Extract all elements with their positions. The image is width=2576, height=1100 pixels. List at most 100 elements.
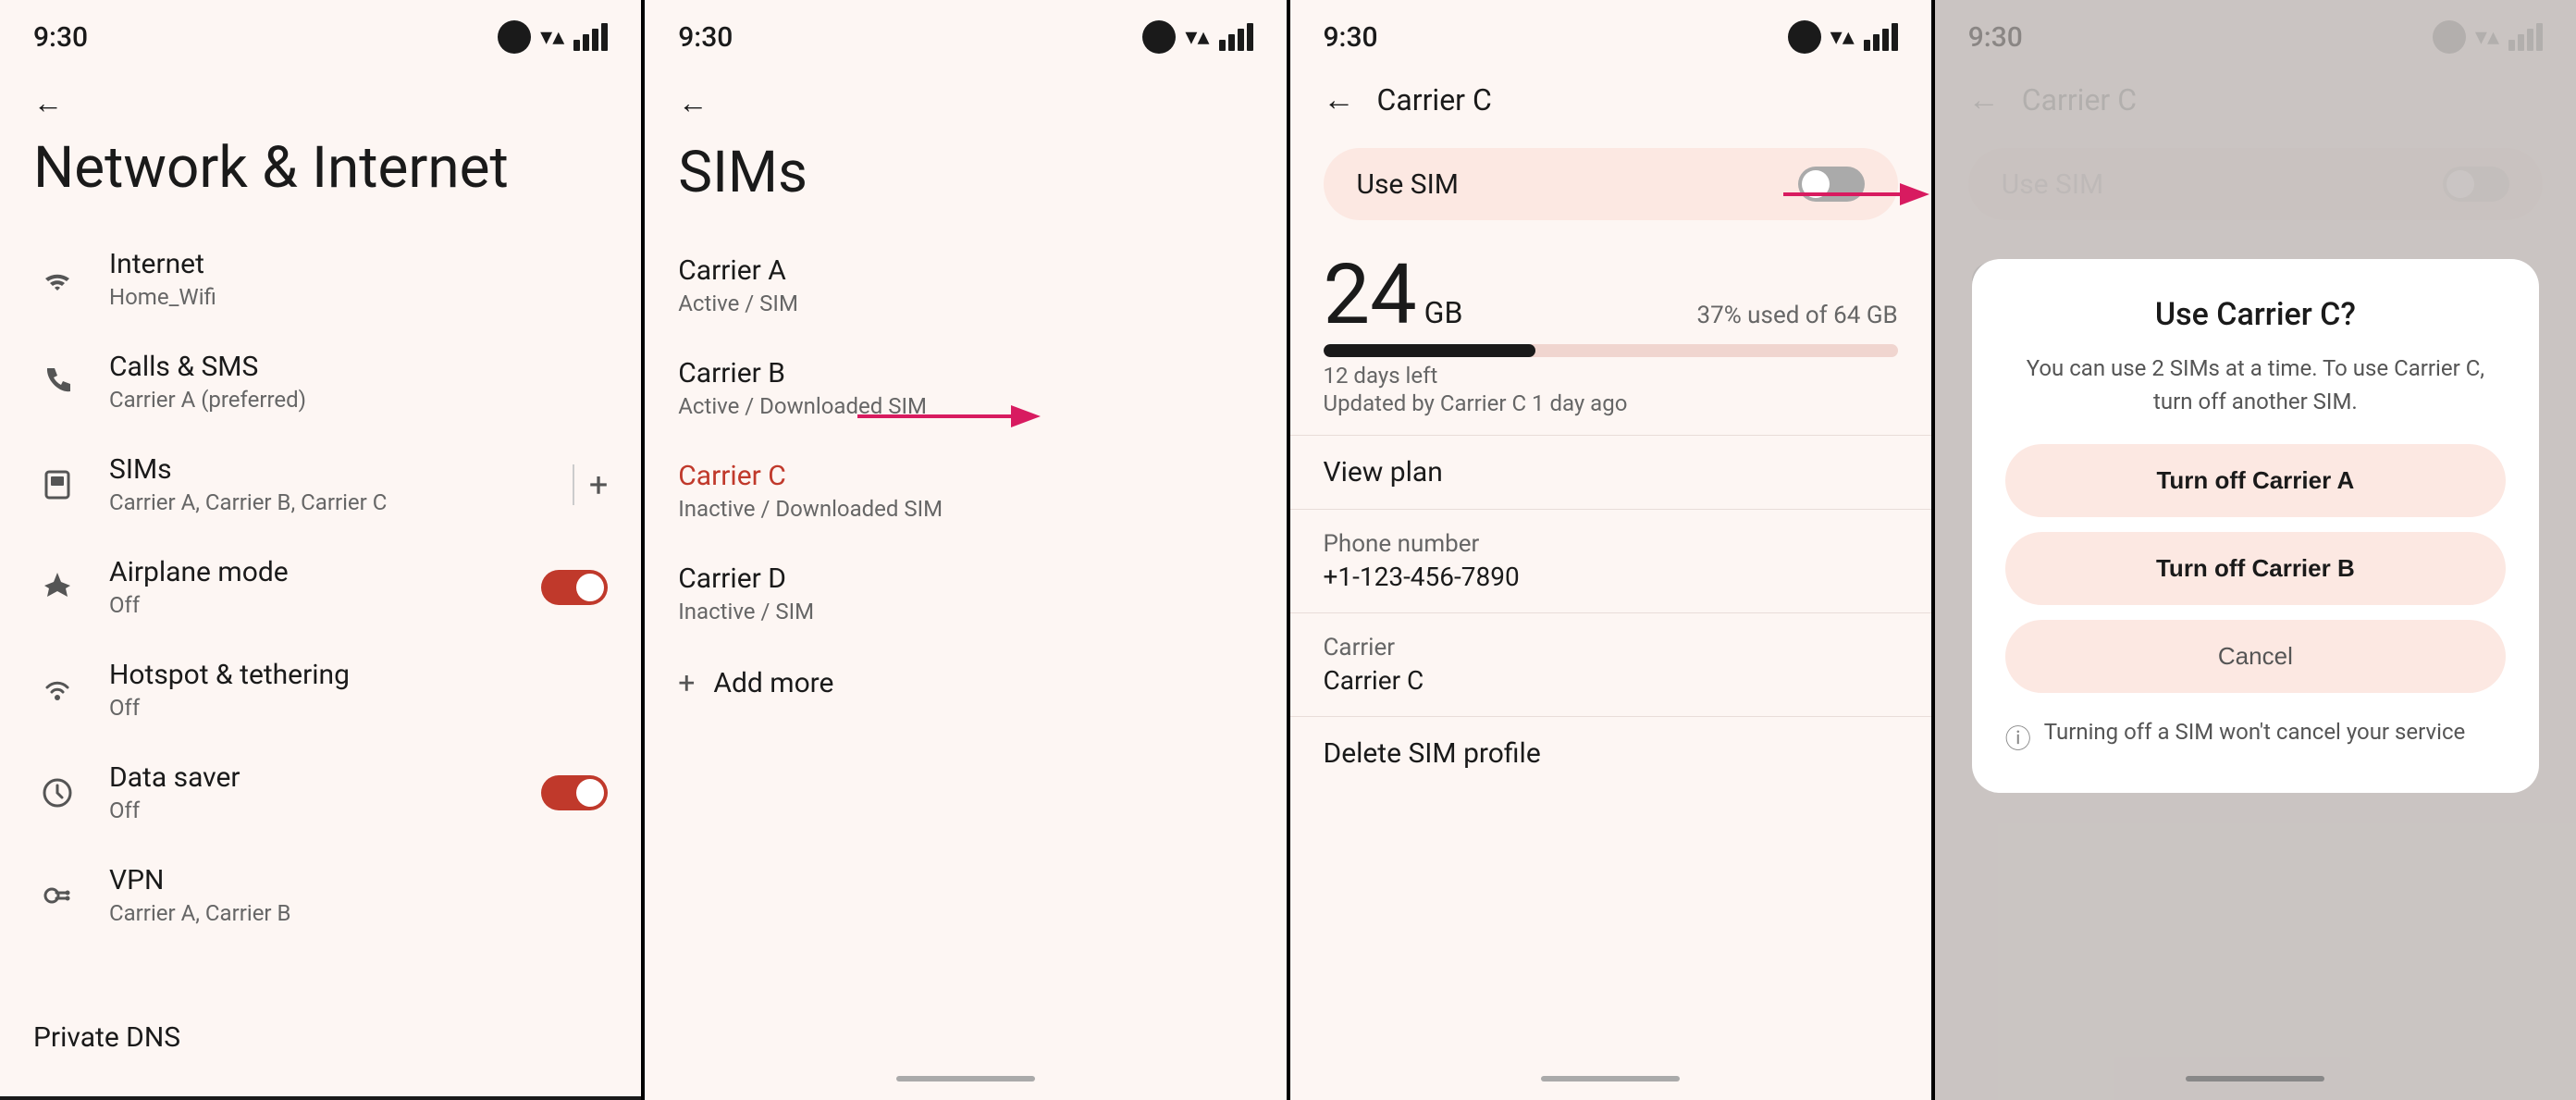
phone-number-item[interactable]: Phone number +1-123-456-7890 [1290, 509, 1931, 612]
view-plan-label: View plan [1324, 456, 1898, 488]
dialog-info-text: Turning off a SIM won't cancel your serv… [2044, 717, 2465, 748]
hotspot-sublabel: Off [109, 695, 608, 721]
menu-text-calls: Calls & SMS Carrier A (preferred) [109, 351, 608, 413]
internet-label: Internet [109, 248, 608, 280]
sim-item-carrier-d[interactable]: Carrier D Inactive / SIM [645, 542, 1286, 645]
hotspot-icon [33, 666, 81, 714]
carrier-item[interactable]: Carrier Carrier C [1290, 612, 1931, 716]
menu-item-calls-sms[interactable]: Calls & SMS Carrier A (preferred) [0, 330, 641, 433]
data-progress-fill [1324, 344, 1536, 357]
dialog-description: You can use 2 SIMs at a time. To use Car… [2005, 352, 2506, 418]
use-sim-toggle[interactable] [1798, 167, 1865, 202]
dialog-info-row: ⓘ Turning off a SIM won't cancel your se… [2005, 708, 2506, 765]
screen-carrier-c: 9:30 ▾▴ ← Carrier C Use SIM 24 GB 37% us… [1290, 0, 1931, 1100]
status-icons-1: ▾▴ [498, 20, 608, 54]
back-button-3[interactable]: ← [1324, 81, 1355, 118]
data-amount-row: 24 GB 37% used of 64 GB [1324, 253, 1898, 337]
menu-text-hotspot: Hotspot & tethering Off [109, 659, 608, 721]
turn-off-carrier-b-button[interactable]: Turn off Carrier B [2005, 532, 2506, 605]
turn-off-carrier-a-button[interactable]: Turn off Carrier A [2005, 444, 2506, 517]
menu-text-datasaver: Data saver Off [109, 761, 513, 823]
sims-page-title: SIMs [645, 120, 1286, 234]
add-sim-button[interactable]: + [589, 465, 608, 504]
menu-item-vpn[interactable]: VPN Carrier A, Carrier B [0, 844, 641, 946]
dialog-title: Use Carrier C? [2005, 296, 2506, 333]
carrier-d-status: Inactive / SIM [678, 599, 1252, 624]
datasaver-sublabel: Off [109, 797, 513, 823]
cancel-button[interactable]: Cancel [2005, 620, 2506, 693]
delete-sim-label: Delete SIM profile [1324, 737, 1898, 770]
camera-icon-2 [1142, 20, 1176, 54]
menu-item-hotspot[interactable]: Hotspot & tethering Off [0, 638, 641, 741]
airplane-sublabel: Off [109, 592, 513, 618]
internet-sublabel: Home_Wifi [109, 284, 608, 310]
add-more-item[interactable]: + Add more [645, 645, 1286, 721]
menu-text-sims: SIMs Carrier A, Carrier B, Carrier C [109, 453, 545, 515]
sims-label: SIMs [109, 453, 545, 486]
add-more-label: Add more [713, 667, 833, 699]
carrier-field-label: Carrier [1324, 634, 1898, 661]
screen-network-internet: 9:30 ▾▴ ← Network & Internet Internet Ho… [0, 0, 641, 1100]
data-progress-bg [1324, 344, 1898, 357]
menu-item-internet[interactable]: Internet Home_Wifi [0, 228, 641, 330]
airplane-toggle-thumb [576, 574, 604, 601]
carrier-c-title: Carrier C [1377, 82, 1492, 117]
data-percent-text: 37% used of 64 GB [1696, 302, 1897, 329]
back-button-1[interactable]: ← [0, 67, 641, 120]
carrier-c-status: Inactive / Downloaded SIM [678, 496, 1252, 522]
add-more-icon: + [678, 665, 695, 700]
status-bar-3: 9:30 ▾▴ [1290, 0, 1931, 67]
sim-icon [33, 461, 81, 509]
sims-sublabel: Carrier A, Carrier B, Carrier C [109, 489, 545, 515]
screen-dialog: 9:30 ▾▴ ← Carrier C Use SIM [1935, 0, 2576, 1100]
vpn-label: VPN [109, 864, 608, 896]
sim-item-carrier-a[interactable]: Carrier A Active / SIM [645, 234, 1286, 337]
carrier-field-value: Carrier C [1324, 665, 1898, 696]
use-carrier-dialog: Use Carrier C? You can use 2 SIMs at a t… [1972, 259, 2539, 793]
status-time-3: 9:30 [1324, 21, 1378, 54]
hotspot-label: Hotspot & tethering [109, 659, 608, 691]
airplane-toggle[interactable] [541, 570, 608, 605]
sims-menu-right: + [573, 464, 608, 505]
status-icons-2: ▾▴ [1142, 20, 1252, 54]
bottom-bar-2 [896, 1076, 1035, 1081]
data-days-left: 12 days left [1324, 363, 1898, 389]
bottom-bar-3 [1541, 1076, 1680, 1081]
screen-sims: 9:30 ▾▴ ← SIMs Carrier A Active / SIM Ca… [645, 0, 1286, 1100]
signal-icon-2 [1219, 23, 1253, 51]
carrier-a-name: Carrier A [678, 254, 1252, 287]
use-sim-toggle-thumb [1802, 170, 1830, 198]
sim-item-carrier-b[interactable]: Carrier B Active / Downloaded SIM [645, 337, 1286, 439]
delete-sim-item[interactable]: Delete SIM profile [1290, 716, 1931, 790]
datasaver-toggle-thumb [576, 779, 604, 807]
status-time-2: 9:30 [678, 21, 733, 54]
view-plan-item[interactable]: View plan [1290, 435, 1931, 509]
menu-text-vpn: VPN Carrier A, Carrier B [109, 864, 608, 926]
airplane-icon [33, 563, 81, 612]
use-sim-label: Use SIM [1357, 168, 1459, 201]
data-gb-unit: GB [1424, 295, 1463, 330]
datasaver-toggle[interactable] [541, 775, 608, 810]
carrier-b-name: Carrier B [678, 357, 1252, 389]
private-dns-item[interactable]: Private DNS [33, 1021, 180, 1054]
page-title-1: Network & Internet [0, 120, 641, 228]
carrier-a-status: Active / SIM [678, 290, 1252, 316]
data-progress-row [1324, 344, 1898, 357]
status-icons-3: ▾▴ [1788, 20, 1898, 54]
calls-sublabel: Carrier A (preferred) [109, 387, 608, 413]
menu-item-sims[interactable]: SIMs Carrier A, Carrier B, Carrier C + [0, 433, 641, 536]
vpn-sublabel: Carrier A, Carrier B [109, 900, 608, 926]
bottom-border-1 [0, 1096, 641, 1100]
vpn-icon [33, 871, 81, 920]
back-button-2[interactable]: ← [645, 67, 1286, 120]
use-sim-bar[interactable]: Use SIM [1324, 148, 1898, 220]
sim-item-carrier-c[interactable]: Carrier C Inactive / Downloaded SIM [645, 439, 1286, 542]
datasaver-icon [33, 769, 81, 817]
menu-item-datasaver[interactable]: Data saver Off [0, 741, 641, 844]
data-gb-number: 24 [1324, 253, 1417, 337]
camera-icon-3 [1788, 20, 1821, 54]
menu-item-airplane[interactable]: Airplane mode Off [0, 536, 641, 638]
status-bar-2: 9:30 ▾▴ [645, 0, 1286, 67]
wifi-icon [33, 255, 81, 303]
wifi-status-icon-3: ▾▴ [1830, 23, 1855, 51]
